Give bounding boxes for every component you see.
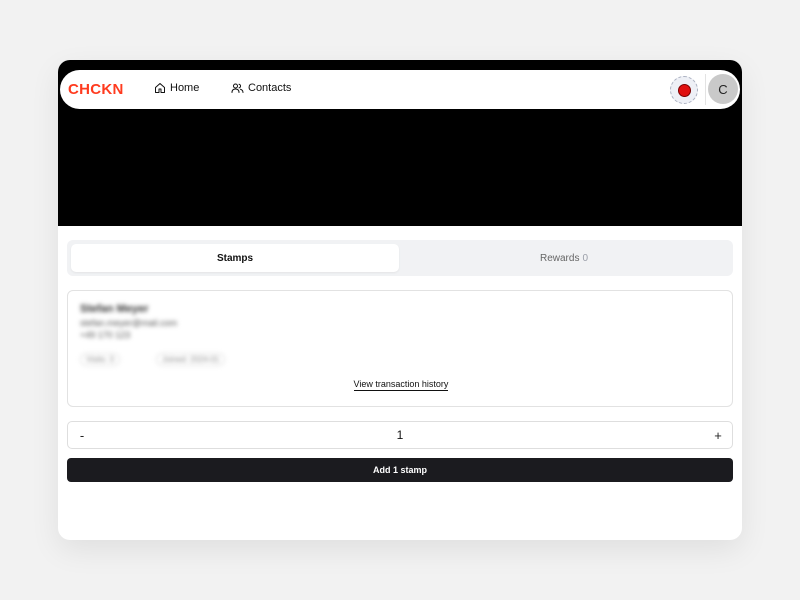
tab-rewards-label: Rewards: [539, 252, 580, 264]
nav-divider: [705, 74, 706, 105]
brand-logo[interactable]: CHCKN: [68, 81, 124, 98]
view-transaction-history-link[interactable]: View transaction history: [353, 379, 449, 391]
nav-contacts[interactable]: Contacts: [231, 82, 291, 94]
top-navbar: CHCKN Home Contacts C: [60, 70, 740, 109]
increment-button[interactable]: +: [704, 422, 732, 448]
rewards-count-badge: 0: [582, 252, 589, 264]
tab-stamps-label: Stamps: [216, 252, 254, 264]
customer-phone: +49 170 123: [80, 330, 131, 340]
record-icon: [677, 83, 691, 97]
nav-home-label: Home: [170, 82, 200, 94]
history-link-row: View transaction history: [68, 379, 734, 391]
tab-rewards[interactable]: Rewards 0: [399, 244, 729, 272]
customer-tag: Visits: 3: [80, 353, 120, 366]
tab-bar: Stamps Rewards 0: [67, 240, 733, 276]
customer-info-panel: Stefan Meyer stefan.meyer@mail.com +49 1…: [67, 290, 733, 407]
main-card: CHCKN Home Contacts C Stamps Rewards 0 S…: [58, 60, 742, 540]
avatar-initial: C: [718, 81, 728, 97]
users-icon: [231, 83, 244, 93]
customer-tag: Joined: 2024-01: [156, 353, 226, 366]
decrement-button[interactable]: -: [68, 422, 96, 448]
quantity-stepper: - 1 +: [67, 421, 733, 449]
customer-name: Stefan Meyer: [80, 303, 149, 315]
nav-contacts-label: Contacts: [248, 82, 292, 94]
add-stamp-label: Add 1 stamp: [372, 465, 427, 475]
nav-home[interactable]: Home: [154, 82, 199, 94]
customer-email: stefan.meyer@mail.com: [80, 318, 178, 328]
record-button[interactable]: [670, 76, 698, 104]
home-icon: [155, 83, 165, 93]
avatar[interactable]: C: [708, 74, 738, 104]
add-stamp-button[interactable]: Add 1 stamp: [67, 458, 733, 482]
quantity-value[interactable]: 1: [108, 422, 692, 448]
tab-stamps[interactable]: Stamps: [71, 244, 399, 272]
